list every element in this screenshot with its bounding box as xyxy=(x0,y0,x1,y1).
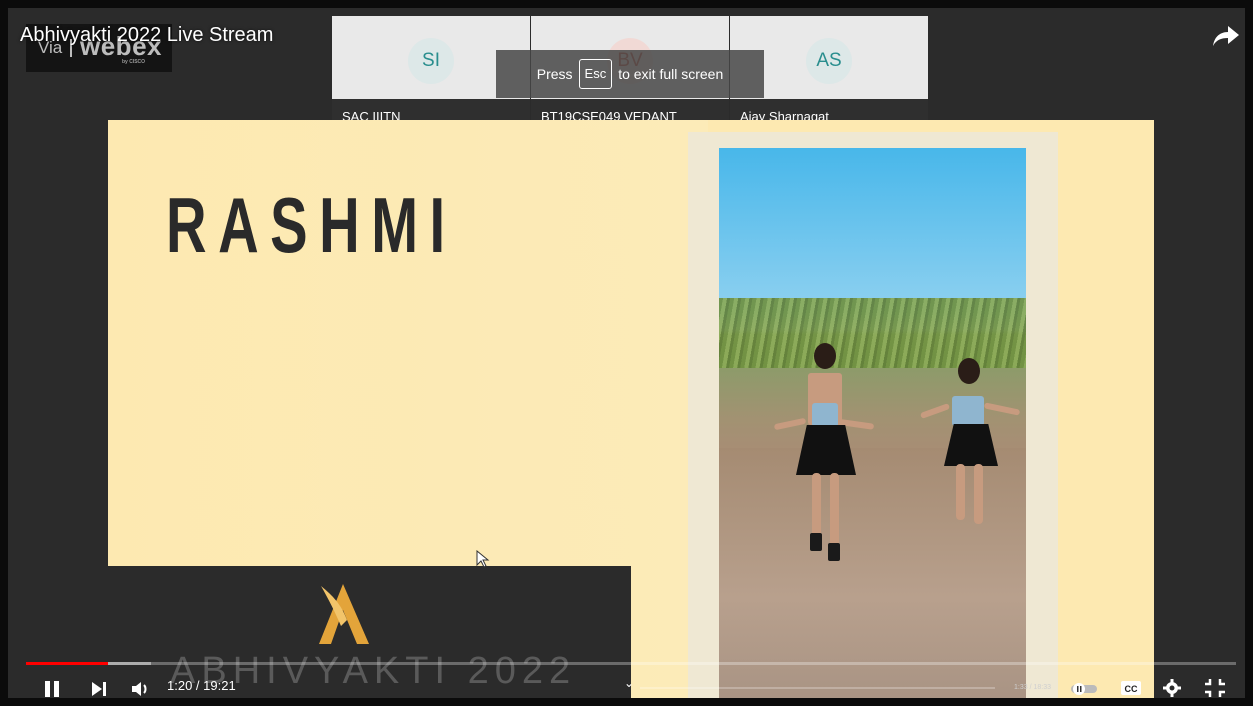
performance-photo xyxy=(719,148,1026,698)
video-player[interactable]: SI SAC IIITN BV BT19CSE049 VEDANT AS Aja… xyxy=(0,0,1253,706)
esc-key-label: Esc xyxy=(578,59,613,89)
video-title[interactable]: Abhivyakti 2022 Live Stream xyxy=(20,24,273,47)
participant-avatar: SI xyxy=(408,38,454,84)
settings-gear-icon[interactable] xyxy=(1162,678,1182,698)
time-display: 1:20 / 19:21 xyxy=(167,678,236,693)
played-progress xyxy=(26,662,109,665)
presentation-slide: RASHMI ABHIVYAKTI 2022 xyxy=(108,120,1154,698)
embedded-time-display: 1:33 / 18:33 xyxy=(1014,684,1051,691)
svg-text:CC: CC xyxy=(1125,684,1138,694)
cisco-label: by CISCO xyxy=(122,59,146,65)
embedded-seek-bar xyxy=(640,687,995,689)
autoplay-toggle-icon[interactable] xyxy=(1070,682,1100,696)
notice-prefix: Press xyxy=(536,66,573,82)
performer-name: RASHMI xyxy=(166,181,457,269)
notice-suffix: to exit full screen xyxy=(618,66,724,82)
next-icon[interactable] xyxy=(90,681,108,697)
share-icon[interactable] xyxy=(1212,24,1240,48)
fullscreen-exit-notice: Press Esc to exit full screen xyxy=(496,50,764,98)
seek-bar[interactable] xyxy=(26,662,1236,665)
sugarcane-field xyxy=(719,298,1026,368)
abhivyakti-logo-icon xyxy=(319,584,369,644)
volume-icon[interactable] xyxy=(130,680,152,698)
chevron-down-icon[interactable]: ⌄ xyxy=(624,676,634,690)
participant-avatar: AS xyxy=(806,38,852,84)
captions-icon[interactable]: CC xyxy=(1120,680,1142,696)
mouse-cursor-icon xyxy=(476,550,490,568)
pause-icon[interactable] xyxy=(42,680,62,698)
exit-fullscreen-icon[interactable] xyxy=(1204,678,1226,698)
